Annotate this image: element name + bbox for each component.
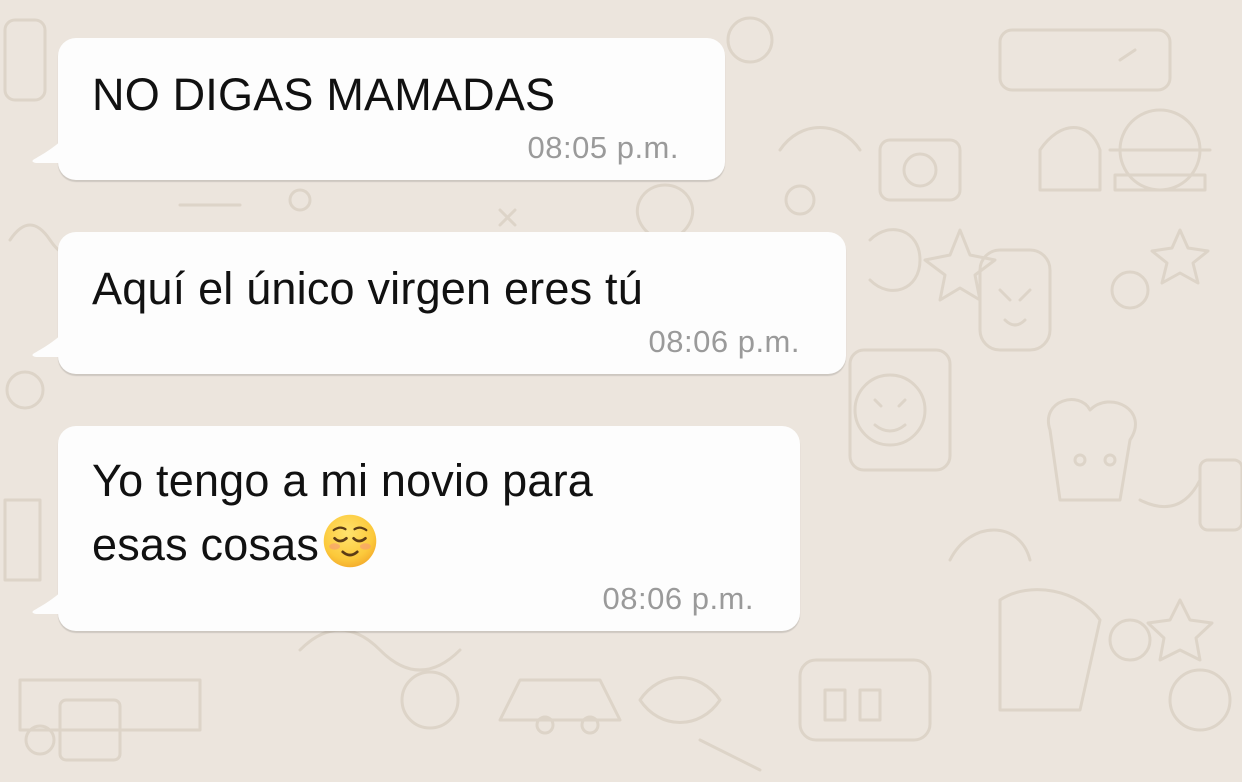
incoming-message-bubble[interactable]: NO DIGAS MAMADAS 08:05 p.m. [32, 38, 725, 180]
message-text: NO DIGAS MAMADAS [92, 69, 556, 120]
message-timestamp: 08:05 p.m. [527, 130, 679, 165]
message-text: Aquí el único virgen eres tú [92, 263, 643, 314]
message-timestamp: 08:06 p.m. [602, 581, 754, 616]
bubble-tail [32, 137, 65, 163]
bubble-tail [32, 331, 65, 357]
incoming-message-bubble[interactable]: Aquí el único virgen eres tú 08:06 p.m. [32, 232, 846, 374]
bubble-tail [32, 588, 65, 614]
message-text-line: Yo tengo a mi novio para [92, 455, 593, 506]
message-timestamp: 08:06 p.m. [648, 324, 800, 359]
message-text-line-with-emoji: esas cosas [92, 512, 754, 576]
relieved-face-emoji-icon [323, 514, 377, 568]
message-text-line: esas cosas [92, 519, 320, 570]
incoming-message-bubble[interactable]: Yo tengo a mi novio para esas cosas 08:0… [32, 426, 800, 631]
chat-message-list: NO DIGAS MAMADAS 08:05 p.m. Aquí el únic… [0, 0, 1242, 782]
